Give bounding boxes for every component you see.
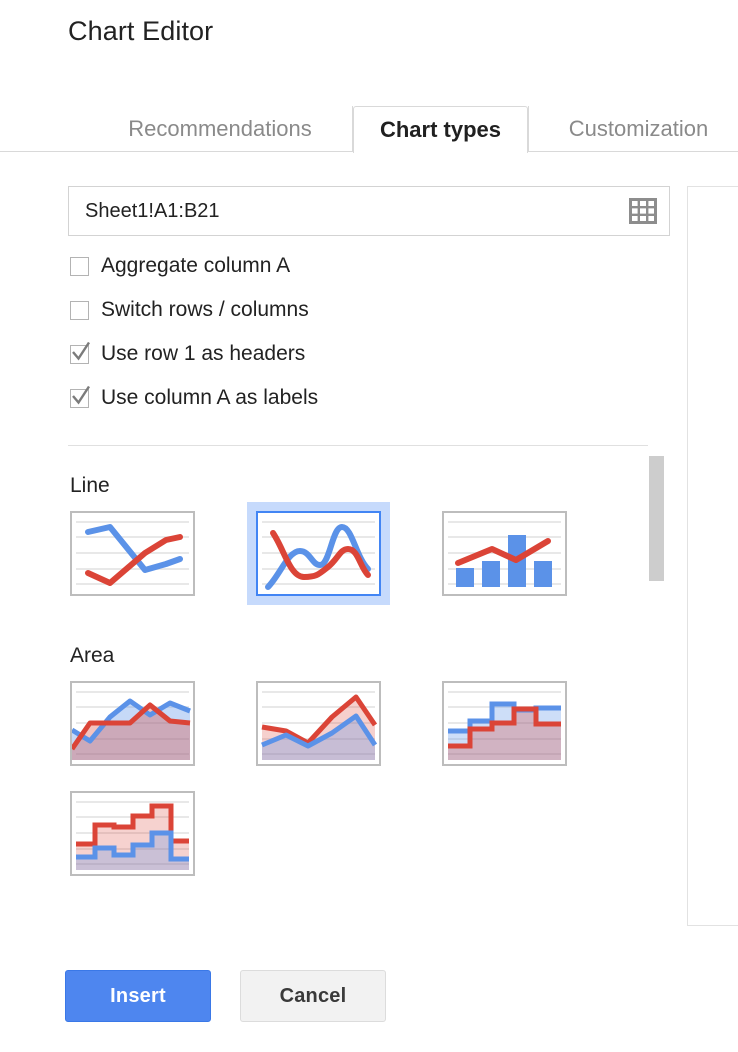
section-divider	[68, 445, 648, 446]
checkbox-use-row-1-as-headers[interactable]: Use row 1 as headers	[70, 339, 305, 369]
checkbox-label: Aggregate column A	[101, 254, 291, 277]
group-title-line: Line	[70, 474, 110, 497]
checkbox-aggregate-column-a[interactable]: Aggregate column A	[70, 251, 290, 281]
chart-preview-panel	[687, 186, 738, 926]
checkmark-icon	[72, 341, 91, 361]
checkbox-switch-rows-columns[interactable]: Switch rows / columns	[70, 295, 309, 325]
tab-bar: Recommendations Chart types Customizatio…	[0, 106, 738, 153]
chart-thumbnail-combo-chart[interactable]	[442, 511, 567, 596]
thumbnail-frame	[256, 511, 381, 596]
thumbnail-frame	[442, 511, 567, 596]
chart-thumbnail-stepped-area-chart[interactable]	[442, 681, 567, 766]
checkbox-box	[70, 300, 89, 320]
grid-icon[interactable]	[629, 198, 657, 224]
tab-customization[interactable]: Customization	[528, 106, 738, 152]
chart-thumbnail-line-chart[interactable]	[70, 511, 195, 596]
checkbox-label: Switch rows / columns	[101, 298, 309, 321]
chart-thumbnail-stacked-stepped-area-chart[interactable]	[70, 791, 195, 876]
chart-thumbnail-area-chart[interactable]	[70, 681, 195, 766]
thumbnail-frame	[70, 511, 195, 596]
checkbox-box	[70, 341, 91, 364]
tab-chart-types[interactable]: Chart types	[353, 106, 528, 153]
chart-type-list: Line Area	[68, 458, 670, 898]
chart-thumbnail-stacked-area-chart[interactable]	[256, 681, 381, 766]
data-range-field[interactable]	[68, 186, 670, 236]
checkbox-box	[70, 256, 89, 276]
checkbox-label: Use column A as labels	[101, 386, 319, 409]
chart-thumbnail-smooth-line-chart[interactable]	[247, 502, 390, 605]
insert-button[interactable]: Insert	[65, 970, 211, 1022]
chart-list-scrollbar-thumb[interactable]	[649, 456, 664, 581]
checkbox-label: Use row 1 as headers	[101, 342, 306, 365]
data-range-input[interactable]	[85, 187, 605, 235]
cancel-button[interactable]: Cancel	[240, 970, 386, 1022]
page-title: Chart Editor	[68, 16, 214, 46]
group-title-area: Area	[70, 644, 115, 667]
thumbnail-frame	[256, 681, 381, 766]
thumbnail-frame	[70, 681, 195, 766]
chart-types-panel: Aggregate column A Switch rows / columns…	[68, 186, 670, 926]
tab-recommendations[interactable]: Recommendations	[88, 106, 353, 152]
thumbnail-frame	[70, 791, 195, 876]
checkbox-use-column-a-as-labels[interactable]: Use column A as labels	[70, 383, 318, 413]
checkmark-icon	[72, 385, 91, 405]
thumbnail-frame	[442, 681, 567, 766]
checkbox-box	[70, 385, 91, 408]
